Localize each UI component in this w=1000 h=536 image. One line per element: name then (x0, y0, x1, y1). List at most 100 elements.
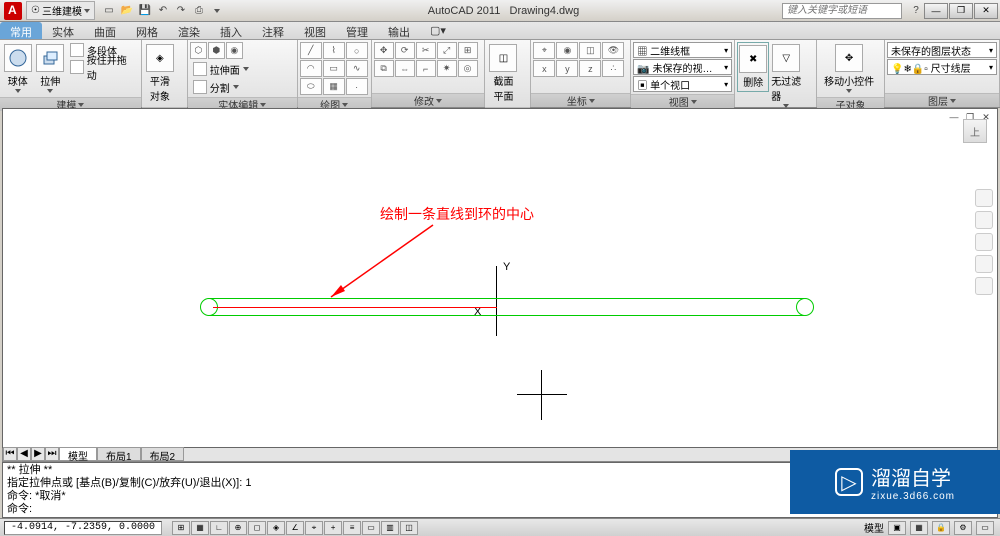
ucs-y-icon[interactable]: y (556, 60, 578, 77)
delete-button[interactable]: ✖ 删除 (737, 42, 769, 92)
ucs-world-icon[interactable]: ⌖ (533, 42, 555, 59)
tab-annotate[interactable]: 注释 (252, 22, 294, 39)
tab-manage[interactable]: 管理 (336, 22, 378, 39)
extrude-button[interactable]: 拉伸 (35, 42, 67, 95)
tab-expand-icon[interactable]: ▢▾ (420, 22, 456, 39)
ellipse-icon[interactable]: ⬭ (300, 78, 322, 95)
trim-icon[interactable]: ✂ (416, 42, 436, 59)
nav-orbit-icon[interactable] (975, 255, 993, 273)
visual-style-combo[interactable]: ▦ 二维线框▾ (633, 42, 732, 58)
union-icon[interactable]: ⬡ (190, 42, 207, 59)
close-button[interactable]: ✕ (974, 3, 998, 19)
ortho-toggle[interactable]: ∟ (210, 521, 228, 535)
sb-qv-icon[interactable]: ▦ (910, 521, 928, 535)
fillet-icon[interactable]: ⌐ (416, 60, 436, 77)
ucs-x-icon[interactable]: x (533, 60, 555, 77)
osnap-toggle[interactable]: ◻ (248, 521, 266, 535)
tab-layout2[interactable]: 布局2 (141, 447, 185, 461)
mirror-icon[interactable]: ⇔ (395, 60, 415, 77)
ducs-toggle[interactable]: ⌖ (305, 521, 323, 535)
section-plane-button[interactable]: ◫ 截面 平面 (487, 42, 519, 105)
viewcube[interactable]: 上 (963, 119, 987, 143)
sb-layout-icon[interactable]: ▣ (888, 521, 906, 535)
qat-open-icon[interactable]: 📂 (119, 3, 135, 19)
sb-ws-icon[interactable]: ⚙ (954, 521, 972, 535)
nav-wheel-icon[interactable] (975, 189, 993, 207)
subtract-icon[interactable]: ⬢ (208, 42, 225, 59)
tab-view[interactable]: 视图 (294, 22, 336, 39)
copy-icon[interactable]: ⧉ (374, 60, 394, 77)
tab-render[interactable]: 渲染 (168, 22, 210, 39)
sb-clean-icon[interactable]: ▭ (976, 521, 994, 535)
app-icon[interactable] (4, 2, 22, 20)
minimize-button[interactable]: — (924, 3, 948, 19)
point-icon[interactable]: · (346, 78, 368, 95)
tab-mesh[interactable]: 网格 (126, 22, 168, 39)
help-icon[interactable]: ? (908, 3, 924, 19)
qat-new-icon[interactable]: ▭ (101, 3, 117, 19)
named-view-combo[interactable]: 📷 未保存的视…▾ (633, 59, 732, 75)
qp-toggle[interactable]: ▥ (381, 521, 399, 535)
viewcube-top-face[interactable]: 上 (963, 119, 987, 143)
extrude-face-button[interactable]: 拉伸面 (190, 61, 252, 77)
workspace-dropdown[interactable]: ☉三维建模 (26, 1, 95, 20)
hatch-icon[interactable]: ▦ (323, 78, 345, 95)
circle-icon[interactable]: ○ (346, 42, 368, 59)
ucs-view-icon[interactable]: 👁 (602, 42, 624, 59)
otrack-toggle[interactable]: ∠ (286, 521, 304, 535)
array-icon[interactable]: ⊞ (458, 42, 478, 59)
sc-toggle[interactable]: ◫ (400, 521, 418, 535)
offset-icon[interactable]: ◎ (458, 60, 478, 77)
explode-icon[interactable]: ✷ (437, 60, 457, 77)
search-input[interactable] (782, 3, 902, 19)
arc-icon[interactable]: ◠ (300, 60, 322, 77)
tpy-toggle[interactable]: ▭ (362, 521, 380, 535)
sphere-button[interactable]: 球体 (2, 42, 34, 95)
ucs-face-icon[interactable]: ◫ (579, 42, 601, 59)
nav-showmotion-icon[interactable] (975, 277, 993, 295)
smooth-object-button[interactable]: ◈ 平滑 对象 (144, 42, 176, 105)
layout-next-icon[interactable]: ▶ (31, 447, 45, 461)
ucs-3point-icon[interactable]: ∴ (602, 60, 624, 77)
rotate-icon[interactable]: ⟳ (395, 42, 415, 59)
coordinate-display[interactable]: -4.0914, -7.2359, 0.0000 (4, 521, 162, 535)
line-icon[interactable]: ╱ (300, 42, 322, 59)
nav-pan-icon[interactable] (975, 211, 993, 229)
layout-prev-icon[interactable]: ◀ (17, 447, 31, 461)
intersect-icon[interactable]: ◉ (226, 42, 243, 59)
ucs-origin-icon[interactable]: ◉ (556, 42, 578, 59)
tab-home[interactable]: 常用 (0, 22, 42, 39)
nav-zoom-icon[interactable] (975, 233, 993, 251)
scale-icon[interactable]: ⤢ (437, 42, 457, 59)
layout-last-icon[interactable]: ⏭ (45, 447, 59, 461)
rectangle-icon[interactable]: ▭ (323, 60, 345, 77)
dyn-toggle[interactable]: + (324, 521, 342, 535)
move-icon[interactable]: ✥ (374, 42, 394, 59)
qat-more-icon[interactable] (209, 3, 225, 19)
tab-solid[interactable]: 实体 (42, 22, 84, 39)
tab-insert[interactable]: 插入 (210, 22, 252, 39)
sb-annoscale-icon[interactable]: 🔒 (932, 521, 950, 535)
polyline-icon[interactable]: ⌇ (323, 42, 345, 59)
snap-toggle[interactable]: ⊞ (172, 521, 190, 535)
tab-output[interactable]: 输出 (378, 22, 420, 39)
layer-combo[interactable]: 💡❄🔒▫ 尺寸线层▾ (887, 59, 997, 75)
model-space-label[interactable]: 模型 (864, 520, 884, 535)
qat-undo-icon[interactable]: ↶ (155, 3, 171, 19)
maximize-button[interactable]: ❐ (949, 3, 973, 19)
polar-toggle[interactable]: ⊕ (229, 521, 247, 535)
ucs-z-icon[interactable]: z (579, 60, 601, 77)
tab-layout1[interactable]: 布局1 (97, 447, 141, 461)
qat-print-icon[interactable]: ⎙ (191, 3, 207, 19)
layer-state-combo[interactable]: 未保存的图层状态▾ (887, 42, 997, 58)
layout-first-icon[interactable]: ⏮ (3, 447, 17, 461)
tab-surface[interactable]: 曲面 (84, 22, 126, 39)
presspull-button[interactable]: 按住并拖动 (67, 59, 139, 75)
lwt-toggle[interactable]: ≡ (343, 521, 361, 535)
spline-icon[interactable]: ∿ (346, 60, 368, 77)
qat-save-icon[interactable]: 💾 (137, 3, 153, 19)
drawing-area[interactable]: — ❐ ✕ 绘制一条直线到环的中心 Y X 上 (2, 108, 998, 448)
grid-toggle[interactable]: ▦ (191, 521, 209, 535)
3dosnap-toggle[interactable]: ◈ (267, 521, 285, 535)
tab-model-space[interactable]: 模型 (59, 447, 97, 461)
